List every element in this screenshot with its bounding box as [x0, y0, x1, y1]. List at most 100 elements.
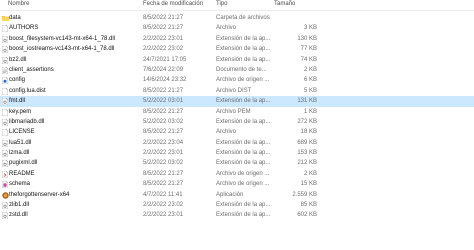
file-icon	[2, 25, 8, 33]
dll-icon	[2, 212, 8, 220]
file-size	[260, 13, 317, 23]
file-name: lua51.dll	[9, 139, 32, 146]
file-size: 3 KB	[303, 25, 317, 32]
text-file-icon	[2, 66, 8, 74]
file-row[interactable]: AUTHORS 8/5/2022 21:27 Archivo 3 KB	[0, 23, 474, 33]
app-icon	[2, 191, 9, 199]
file-size: 85 KB	[300, 202, 317, 209]
dll-icon	[2, 202, 8, 210]
file-row[interactable]: schema 8/5/2022 21:27 Archivo de origen ..…	[0, 179, 474, 189]
file-name: key.pem	[9, 108, 32, 115]
dll-icon	[2, 35, 8, 43]
file-date-modified: 14/6/2024 23:32	[143, 77, 187, 84]
file-date-modified: 2/2/2022 23:01	[143, 212, 184, 219]
file-date-modified: 2/2/2022 23:01	[143, 35, 184, 42]
column-header-name[interactable]: Nombre	[8, 0, 136, 10]
sql-file-icon	[2, 181, 8, 189]
file-row[interactable]: LICENSE 8/5/2022 21:27 Archivo 18 KB	[0, 127, 474, 137]
file-date-modified: 5/2/2022 03:01	[143, 98, 184, 105]
column-header-bar: Nombre Fecha de modificación Tipo Tamaño	[0, 0, 474, 11]
file-date-modified: 8/5/2022 21:27	[143, 25, 184, 32]
file-size: 5 KB	[303, 87, 317, 94]
file-date-modified: 7/6/2024 22:09	[143, 66, 184, 73]
file-date-modified: 2/2/2022 23:04	[143, 139, 184, 146]
dll-icon	[2, 150, 8, 158]
dll-icon	[2, 56, 8, 64]
file-name: pugixml.dll	[9, 160, 38, 167]
file-size: 1 KB	[303, 108, 317, 115]
file-row[interactable]: data 8/5/2022 21:27 Carpeta de archivos	[0, 13, 474, 23]
file-date-modified: 2/2/2022 23:02	[143, 202, 184, 209]
file-date-modified: 8/5/2022 21:27	[143, 108, 184, 115]
file-name: fmt.dll	[9, 98, 26, 105]
file-row[interactable]: zstd.dll 2/2/2022 23:01 Extensión de la ap…	[0, 210, 474, 220]
file-size: 6 KB	[303, 77, 317, 84]
file-row[interactable]: lzma.dll 2/2/2022 23:01 Extensión de la ap…	[0, 148, 474, 158]
file-icon	[2, 108, 8, 116]
file-size: 689 KB	[297, 139, 317, 146]
file-name: README	[9, 170, 35, 177]
dll-icon	[2, 46, 8, 54]
file-row[interactable]: README 8/5/2022 21:27 Archivo de origen ..…	[0, 169, 474, 179]
file-name: config.lua.dist	[9, 87, 46, 94]
file-date-modified: 8/5/2022 21:27	[143, 170, 184, 177]
file-size: 131 KB	[297, 98, 317, 105]
file-name: AUTHORS	[9, 25, 39, 32]
dll-icon	[2, 139, 8, 147]
file-size: 2 KB	[303, 170, 317, 177]
file-row[interactable]: theforgottenserver-x64 4/7/2022 11:41 Apli…	[0, 190, 474, 200]
file-size: 272 KB	[297, 118, 317, 125]
file-row[interactable]: pugixml.dll 5/2/2022 03:02 Extensión de la…	[0, 158, 474, 168]
file-row[interactable]: boost_filesystem-vc143-mt-x64-1_78.dll 2/…	[0, 34, 474, 44]
file-size: 2 KB	[303, 66, 317, 73]
file-explorer: Nombre Fecha de modificación Tipo Tamaño…	[0, 0, 474, 250]
file-name: zlib1.dll	[9, 202, 30, 209]
file-date-modified: 8/5/2022 21:27	[143, 181, 184, 188]
file-date-modified: 2/2/2022 23:01	[143, 150, 184, 157]
markdown-file-icon	[2, 170, 8, 178]
file-size: 153 KB	[297, 150, 317, 157]
file-size: 130 KB	[297, 35, 317, 42]
file-row[interactable]: client_assertions 7/6/2024 22:09 Documento…	[0, 65, 474, 75]
column-header-size[interactable]: Tamaño	[274, 0, 316, 10]
file-date-modified: 8/5/2022 21:27	[143, 129, 184, 136]
file-date-modified: 24/7/2021 17:05	[143, 56, 187, 63]
file-name: zstd.dll	[9, 212, 28, 219]
file-row[interactable]: key.pem 8/5/2022 21:27 Archivo PEM 1 KB	[0, 107, 474, 117]
lua-file-icon	[2, 77, 8, 85]
dll-icon	[2, 98, 8, 106]
file-date-modified: 4/7/2022 11:41	[143, 191, 183, 198]
file-row[interactable]: bz2.dll 24/7/2021 17:05 Extensión de la ap…	[0, 55, 474, 65]
file-date-modified: 5/2/2022 03:02	[143, 160, 184, 167]
file-list: data 8/5/2022 21:27 Carpeta de archivos AUT…	[0, 13, 474, 221]
file-row[interactable]: fmt.dll 5/2/2022 03:01 Extensión de la ap.…	[0, 96, 474, 107]
file-row[interactable]: config.lua.dist 8/5/2022 21:27 Archivo DIS…	[0, 86, 474, 96]
file-date-modified: 8/5/2022 21:27	[143, 15, 184, 21]
file-icon	[2, 87, 8, 95]
file-size: 77 KB	[300, 46, 317, 53]
file-size: 212 KB	[297, 160, 317, 167]
dll-icon	[2, 118, 8, 126]
file-row[interactable]: boost_iostreams-vc143-mt-x64-1_78.dll 2/2…	[0, 44, 474, 54]
dll-icon	[2, 160, 8, 168]
column-header-type[interactable]: Tipo	[216, 0, 274, 10]
file-size: 2.559 KB	[292, 191, 317, 198]
file-size: 74 KB	[300, 56, 317, 63]
file-name: data	[9, 15, 21, 21]
file-name: config	[9, 77, 26, 84]
file-size: 15 KB	[300, 181, 317, 188]
file-row[interactable]: zlib1.dll 2/2/2022 23:02 Extensión de la a…	[0, 200, 474, 210]
file-row[interactable]: lua51.dll 2/2/2022 23:04 Extensión de la a…	[0, 138, 474, 148]
file-name: client_assertions	[9, 66, 54, 73]
column-header-date-modified[interactable]: Fecha de modificación	[143, 0, 213, 10]
file-name: bz2.dll	[9, 56, 27, 63]
file-name: LICENSE	[9, 129, 35, 136]
file-size: 602 KB	[297, 212, 317, 219]
file-row[interactable]: config 14/6/2024 23:32 Archivo de origen .…	[0, 75, 474, 85]
file-row[interactable]: libmariadb.dll 5/2/2022 03:02 Extensión de…	[0, 117, 474, 127]
file-name: libmariadb.dll	[9, 118, 45, 125]
file-name: lzma.dll	[9, 150, 30, 157]
file-name: theforgottenserver-x64	[9, 191, 70, 198]
file-icon	[2, 129, 8, 137]
file-date-modified: 5/2/2022 03:02	[143, 118, 184, 125]
